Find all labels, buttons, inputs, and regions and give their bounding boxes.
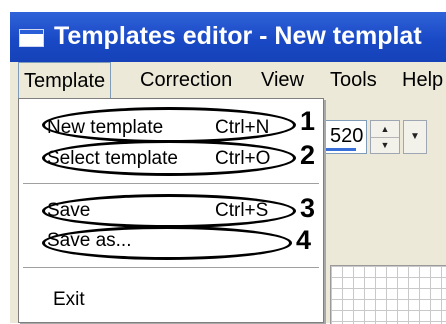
app-window-icon [19,29,44,47]
chevron-down-icon[interactable]: ▼ [403,120,427,154]
menubar: Template Correction View Tools Help [10,62,446,99]
menu-correction[interactable]: Correction [140,69,232,92]
menu-view[interactable]: View [261,69,304,92]
size-spin-field[interactable]: 520 [325,120,367,154]
annotation-number: 4 [296,225,312,255]
annotation-number: 3 [300,193,316,223]
up-arrow-icon[interactable]: ▲ [371,121,399,138]
annotation-oval [42,107,296,143]
menu-template[interactable]: Template [18,62,112,99]
spin-buttons[interactable]: ▲ ▼ [370,120,400,154]
window-title: Templates editor - New templat [54,22,422,50]
window-titlebar[interactable]: Templates editor - New templat [10,12,446,62]
menu-item-exit[interactable]: Exit [19,285,323,315]
menu-item-label: Exit [53,289,85,310]
annotation-number: 2 [300,140,316,170]
menu-tools[interactable]: Tools [330,69,377,92]
annotation-number: 1 [300,106,316,136]
menu-help[interactable]: Help [402,69,443,92]
annotation-oval [42,140,296,176]
menu-separator [23,267,319,269]
annotation-oval [42,194,296,228]
down-arrow-icon[interactable]: ▼ [371,137,399,153]
menu-separator [23,183,319,185]
annotation-oval [42,226,292,260]
template-grid-canvas[interactable] [330,265,446,324]
